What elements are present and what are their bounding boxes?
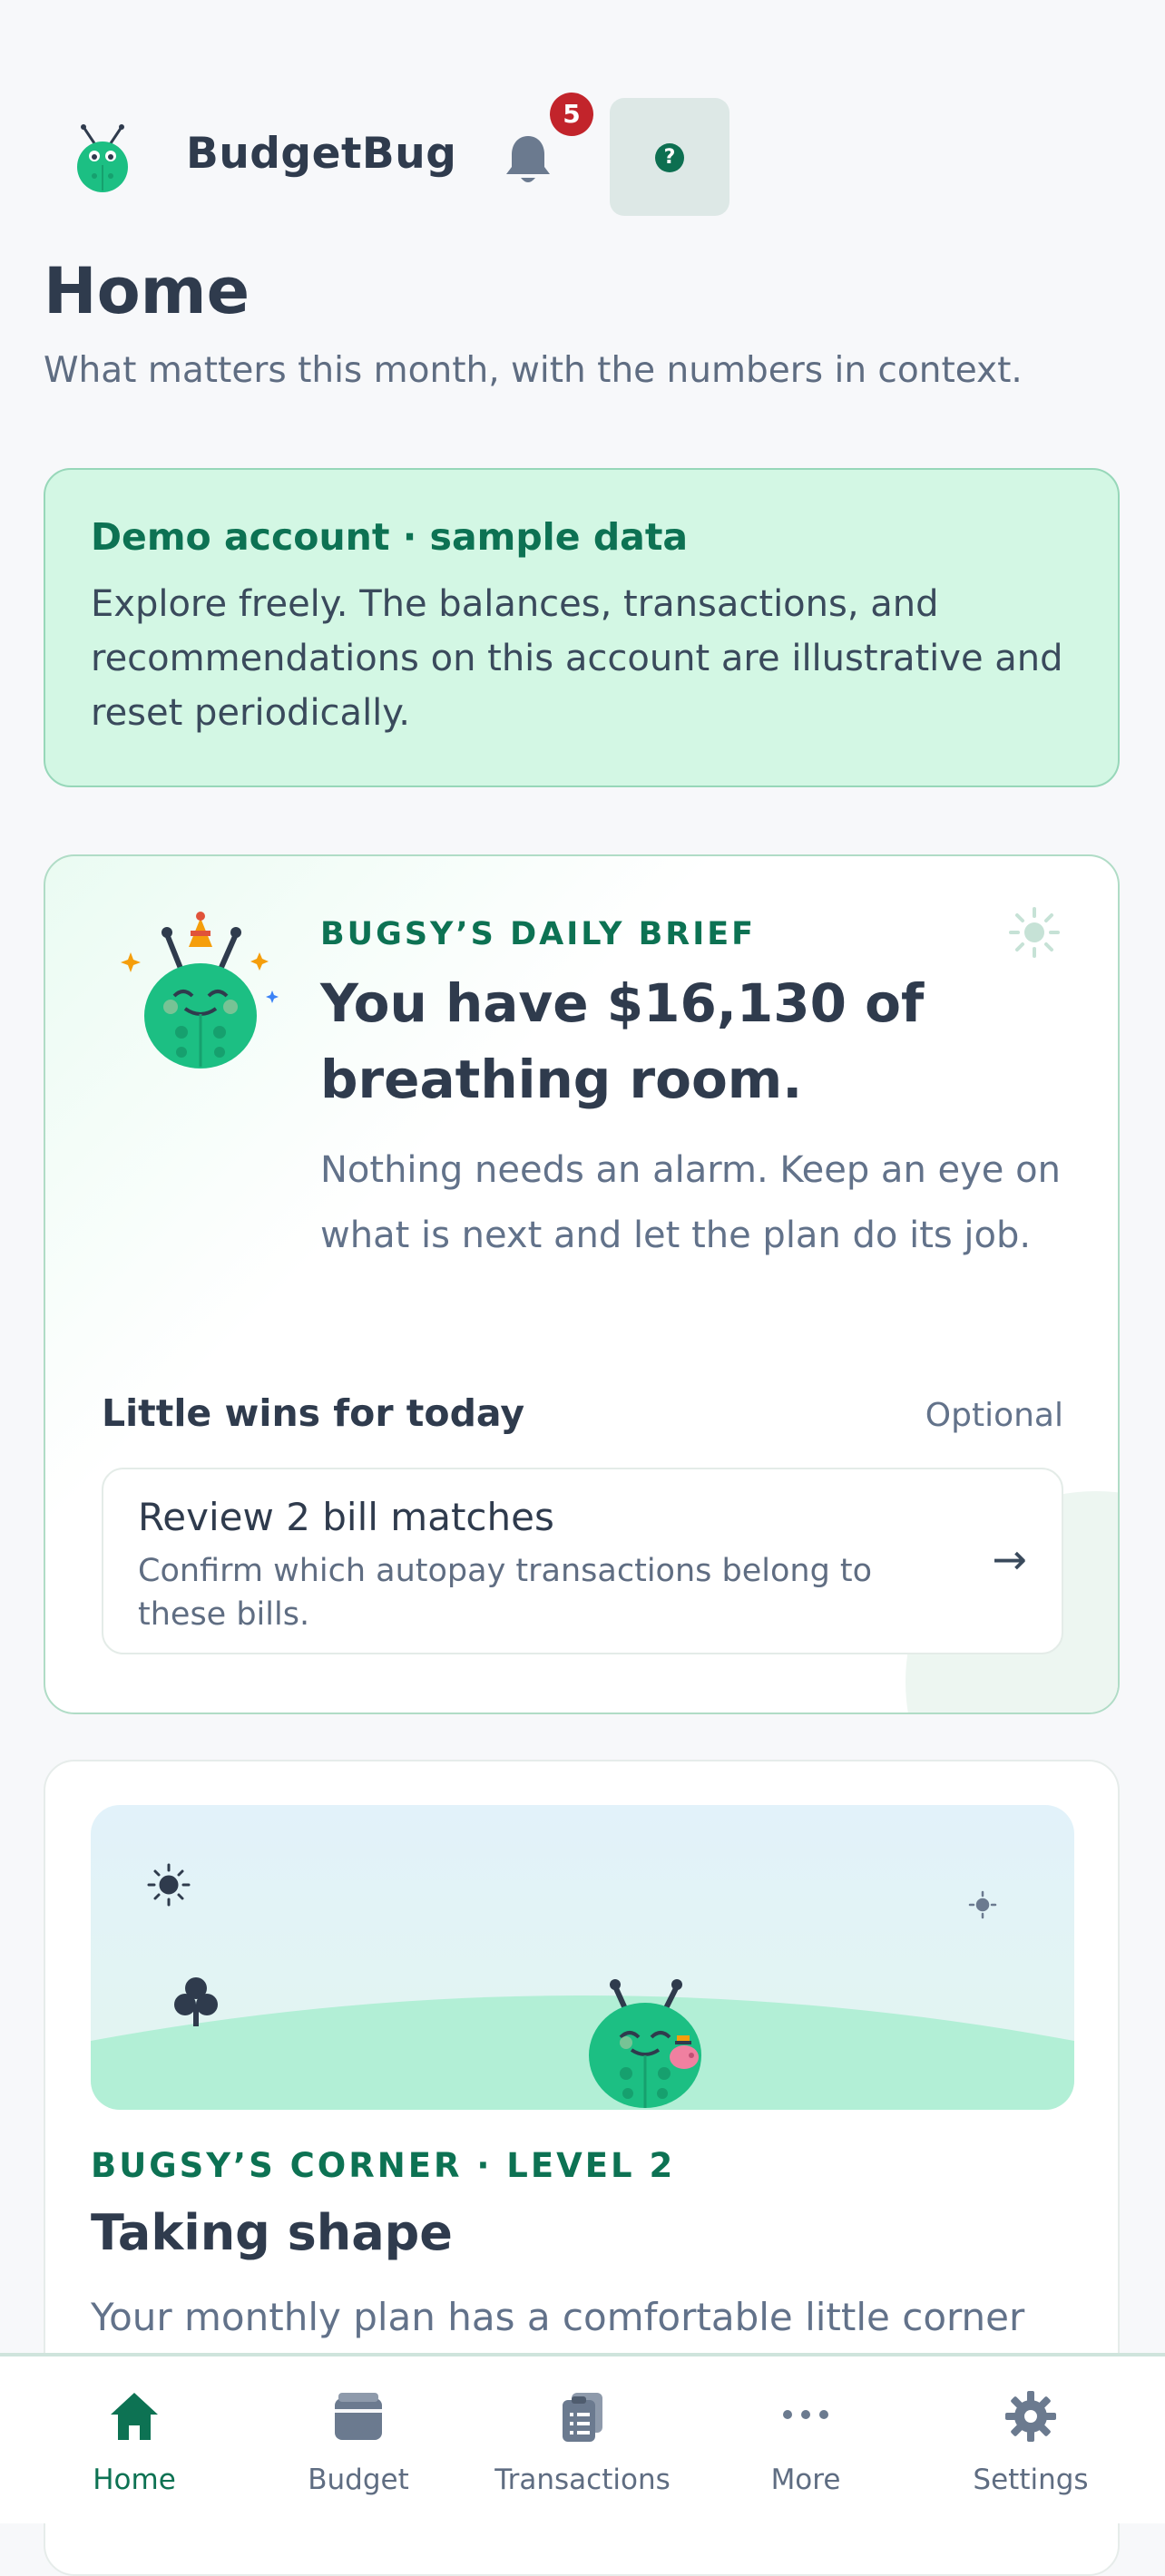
demo-account-banner: Demo account · sample data Explore freel… <box>44 468 1120 787</box>
brief-headline: You have $16,130 of breathing room. <box>320 972 925 1110</box>
nav-item-settings[interactable]: Settings <box>931 2356 1131 2523</box>
win-item-review-bill-matches[interactable]: Review 2 bill matches Confirm which auto… <box>102 1468 1063 1654</box>
gear-icon <box>1005 2391 1056 2442</box>
corner-body: Your monthly plan has a comfortable litt… <box>91 2295 1025 2339</box>
help-icon: ? <box>655 143 684 172</box>
clipboard-icon <box>563 2393 602 2442</box>
nav-item-transactions[interactable]: Transactions <box>483 2356 682 2523</box>
page-title: Home <box>44 254 250 328</box>
wallet-icon <box>335 2393 382 2440</box>
arrow-right-icon: → <box>992 1535 1027 1584</box>
win-item-description: Confirm which autopay transactions belon… <box>138 1553 873 1633</box>
brief-kicker: BUGSY’S DAILY BRIEF <box>320 916 757 952</box>
budgetbug-logo-icon <box>77 124 128 192</box>
home-icon <box>111 2393 158 2440</box>
corner-kicker: BUGSY’S CORNER · LEVEL 2 <box>91 2146 676 2185</box>
little-wins-title: Little wins for today <box>102 1391 525 1435</box>
sun-icon <box>1009 907 1060 958</box>
demo-banner-title: Demo account · sample data <box>91 515 689 559</box>
bugsy-party-mascot-icon <box>121 912 279 1068</box>
nav-label-settings: Settings <box>973 2464 1089 2496</box>
small-sun-icon <box>968 1890 997 1919</box>
nav-label-transactions: Transactions <box>494 2464 671 2496</box>
nav-label-budget: Budget <box>308 2464 409 2496</box>
win-item-title: Review 2 bill matches <box>138 1495 554 1539</box>
bugsy-corner-scene <box>91 1805 1074 2110</box>
clover-icon <box>174 1977 218 2026</box>
notifications-badge: 5 <box>550 93 593 136</box>
nav-item-more[interactable]: More <box>706 2356 906 2523</box>
little-wins-optional-label: Optional <box>925 1397 1063 1434</box>
page-subtitle: What matters this month, with the number… <box>44 350 1023 391</box>
nav-label-more: More <box>770 2464 841 2496</box>
nav-item-budget[interactable]: Budget <box>259 2356 458 2523</box>
app-name: BudgetBug <box>186 129 457 179</box>
meadow-scene-illustration <box>91 1863 1074 2110</box>
sun-icon <box>147 1863 191 1907</box>
brief-body: Nothing needs an alarm. Keep an eye on w… <box>320 1149 1061 1256</box>
notifications-bell-icon[interactable] <box>501 131 555 187</box>
nav-label-home: Home <box>93 2464 176 2496</box>
help-button[interactable]: ? <box>610 98 729 216</box>
bottom-nav: Home Budget Transactions More Settings <box>0 2353 1165 2523</box>
nav-item-home[interactable]: Home <box>34 2356 234 2523</box>
more-dots-icon <box>783 2410 828 2419</box>
corner-title: Taking shape <box>91 2204 453 2261</box>
demo-banner-body: Explore freely. The balances, transactio… <box>91 583 1063 734</box>
daily-brief-card: BUGSY’S DAILY BRIEF You have $16,130 of … <box>44 854 1120 1714</box>
